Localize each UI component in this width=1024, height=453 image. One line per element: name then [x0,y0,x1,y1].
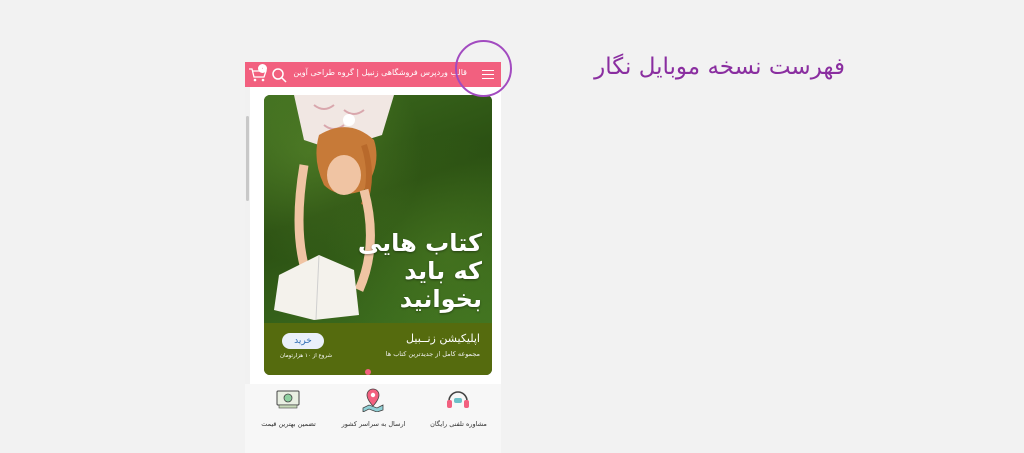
price-note: شروع از ۱۰ هزارتومان [280,353,333,359]
banner-footer: اپلیکیشن زنــبیل مجموعه کامل از جدیدترین… [264,323,492,375]
mobile-preview: قالب وردپرس فروشگاهی زنبیل | گروه طراحی … [245,62,501,453]
search-icon[interactable] [271,67,287,83]
headset-icon [447,391,469,408]
page-heading: فهرست نسخه موبایل نگار [594,54,845,80]
slider-dot[interactable] [365,369,371,375]
feature-label: مشاوره تلفنی رایگان [430,420,487,428]
cart-count-badge: ۰ [258,64,267,73]
feature-label: ارسال به سراسر کشور [341,420,406,428]
money-icon [276,390,300,409]
hero-banner[interactable]: کتاب هایی که باید بخوانید اپلیکیشن زنــب… [264,95,492,375]
feature-nationwide-shipping[interactable]: ارسال به سراسر کشور [331,384,416,453]
feature-free-consultation[interactable]: مشاوره تلفنی رایگان [416,384,501,453]
app-subtitle: مجموعه کامل از جدیدترین کتاب ها [385,350,480,358]
features-strip: مشاوره تلفنی رایگان ارسال به سراسر کشور … [245,384,501,453]
feature-label: تضمین بهترین قیمت [261,420,316,428]
app-name: اپلیکیشن زنــبیل [406,332,480,345]
hero-headline: کتاب هایی که باید بخوانید [357,229,482,313]
scrollbar-thumb[interactable] [246,116,249,201]
site-title[interactable]: قالب وردپرس فروشگاهی زنبیل | گروه طراحی … [293,68,467,77]
map-pin-icon [362,388,384,412]
highlight-circle [455,40,512,97]
feature-best-price[interactable]: تضمین بهترین قیمت [246,384,331,453]
buy-button[interactable]: خرید [282,333,324,349]
